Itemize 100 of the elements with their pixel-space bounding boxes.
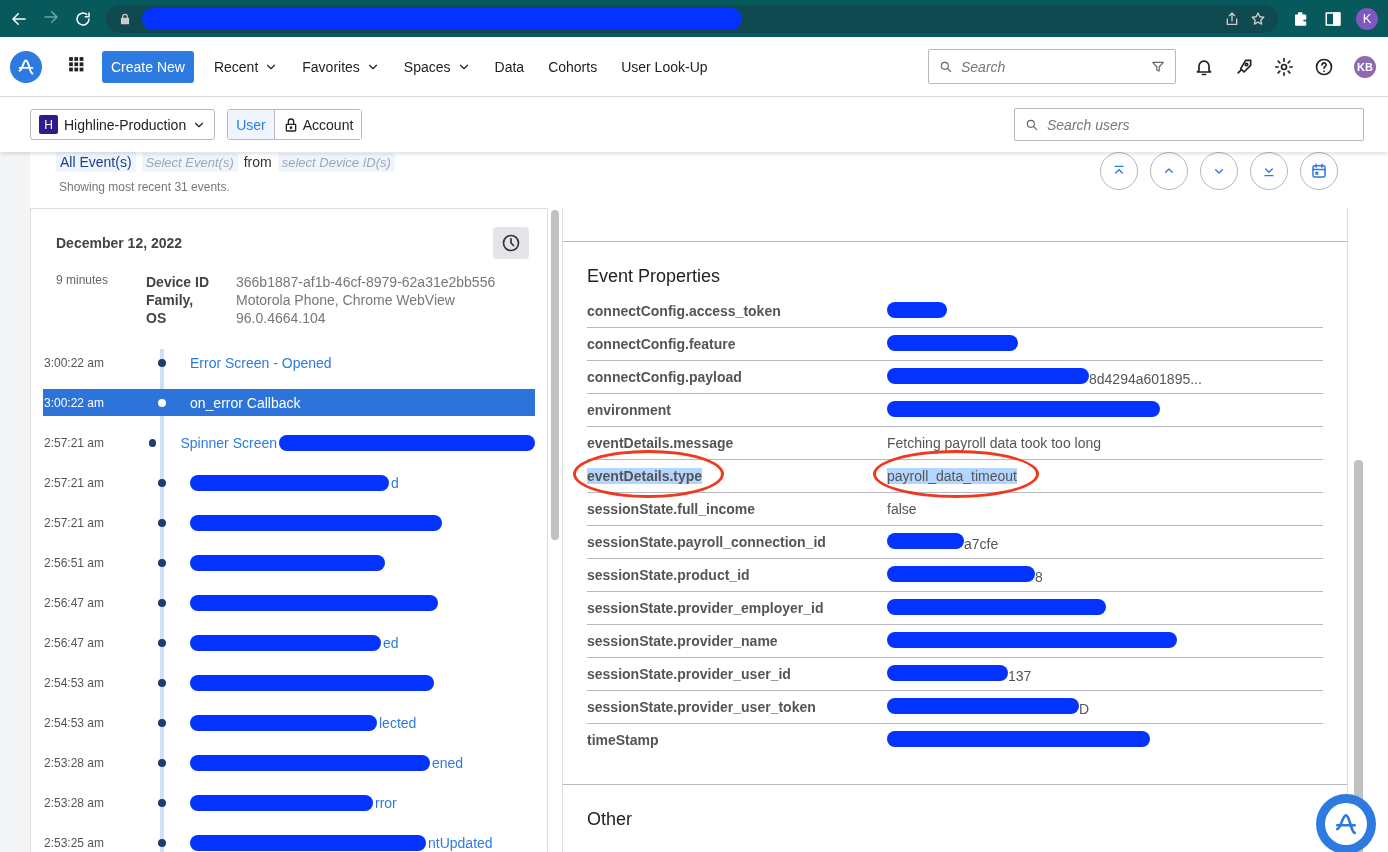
property-name: connectConfig.access_token (587, 303, 781, 319)
session-duration: 9 minutes (56, 273, 110, 289)
scrollbar-thumb[interactable] (551, 210, 559, 540)
event-row[interactable]: 2:57:21 am (43, 509, 535, 536)
event-time: 2:57:21 am (43, 435, 106, 450)
toggle-tab[interactable]: Account (273, 110, 362, 139)
profile-avatar[interactable]: K (1356, 7, 1378, 30)
date-heading: December 12, 2022 (56, 235, 183, 251)
timeline-dot (158, 598, 166, 607)
nav-menu-item[interactable]: Spaces (391, 50, 483, 83)
redaction-mark (887, 301, 947, 318)
property-name: connectConfig.payload (587, 369, 742, 385)
reload-icon[interactable] (74, 9, 92, 28)
event-row[interactable]: 3:00:22 am Error Screen - Opened (43, 349, 535, 376)
event-time: 2:53:28 am (43, 795, 106, 810)
timeline-dot (158, 398, 166, 407)
property-value: 8 (1035, 568, 1043, 585)
search-field[interactable]: Search (928, 49, 1176, 84)
share-icon[interactable] (1224, 10, 1240, 27)
event-name: ed (383, 634, 399, 651)
property-name: sessionState.full_income (587, 501, 756, 517)
toggle-tab[interactable]: User (228, 110, 274, 139)
device-label: OS (146, 309, 168, 327)
help-icon[interactable] (1314, 56, 1334, 77)
property-name: timeStamp (587, 732, 659, 748)
event-row[interactable]: 2:53:28 am rror (43, 789, 535, 816)
event-row[interactable]: 2:53:25 am ntUpdated (43, 829, 535, 852)
event-time: 2:56:47 am (43, 635, 106, 650)
calendar-button[interactable] (1300, 152, 1338, 190)
device-value: Motorola Phone, Chrome WebView (236, 291, 456, 309)
event-name: ened (432, 754, 464, 771)
event-time: 2:54:53 am (43, 715, 106, 730)
timeline-dot (158, 798, 166, 807)
star-icon[interactable] (1250, 10, 1266, 27)
event-name: Error Screen - Opened (190, 354, 332, 371)
event-row[interactable]: 2:57:21 am Spinner Screen (43, 429, 535, 456)
timeline-dot (158, 678, 166, 687)
event-name: Spinner Screen (180, 434, 277, 451)
property-value: false (887, 501, 917, 517)
forward-icon[interactable] (42, 8, 60, 26)
event-time: 2:53:25 am (43, 835, 106, 850)
property-name: eventDetails.message (587, 435, 734, 451)
events-summary: Showing most recent 31 events. (59, 180, 231, 194)
event-name: ntUpdated (428, 834, 493, 851)
lock-icon (118, 11, 132, 26)
apps-grid-icon[interactable] (68, 56, 86, 74)
property-value: 137 (1008, 667, 1032, 684)
timeline-dot (158, 558, 166, 567)
logo-icon[interactable] (10, 50, 42, 83)
event-row[interactable]: 2:56:47 am (43, 589, 535, 616)
property-name: sessionState.provider_user_id (587, 666, 791, 682)
from-label: from (243, 154, 272, 170)
event-row[interactable]: 2:57:21 am d (43, 469, 535, 496)
section-title: Event Properties (587, 266, 722, 287)
device-value: 366b1887-af1b-46cf-8979-62a31e2bb556 (236, 273, 497, 291)
timeline-dot (158, 638, 166, 647)
property-name: environment (587, 402, 671, 418)
nav-menu-item[interactable]: Recent (201, 50, 291, 83)
nav-menu-item[interactable]: Favorites (290, 50, 392, 83)
search-icon (1025, 117, 1039, 132)
event-row[interactable]: 2:56:47 am ed (43, 629, 535, 656)
user-avatar[interactable]: KB (1354, 55, 1376, 78)
clock-icon (501, 233, 521, 253)
property-value: Fetching payroll data took too long (887, 435, 1102, 451)
timeline-dot (158, 478, 166, 487)
clock-button[interactable] (493, 227, 529, 259)
event-row[interactable]: 2:56:51 am (43, 549, 535, 576)
device-value: 96.0.4664.104 (236, 309, 327, 327)
event-time: 2:53:28 am (43, 755, 106, 770)
device-label: Device ID (146, 273, 211, 291)
event-row[interactable]: 2:54:53 am lected (43, 709, 535, 736)
property-name: sessionState.provider_employer_id (587, 600, 824, 616)
nav-menu-item[interactable]: User Look-Up (609, 50, 720, 83)
property-name: eventDetails.type (587, 468, 703, 484)
property-name: sessionState.provider_name (587, 633, 778, 649)
create-new-button[interactable]: Create New (102, 50, 194, 83)
timeline-dot (158, 718, 166, 727)
device-label: Family, (146, 291, 195, 309)
project-badge: H (39, 115, 58, 134)
property-value: D (1079, 700, 1090, 717)
event-row[interactable]: 2:53:28 am ened (43, 749, 535, 776)
event-filter-chip[interactable]: All Event(s) (56, 152, 136, 172)
filter-icon[interactable] (1151, 59, 1165, 74)
project-dropdown[interactable]: H Highline-Production (30, 109, 216, 140)
nav-menu-item[interactable]: Cohorts (536, 50, 610, 83)
property-value: a7cfe (964, 535, 999, 552)
nav-menu-item[interactable]: Data (482, 50, 537, 83)
property-value: payroll_data_timeout (887, 468, 1017, 484)
search-users-field[interactable]: Search users (1014, 108, 1364, 141)
event-name: lected (379, 714, 417, 731)
event-name: d (391, 474, 399, 491)
event-time: 2:54:53 am (43, 675, 106, 690)
property-name: sessionState.payroll_connection_id (587, 534, 826, 550)
side-panel-icon[interactable] (1324, 9, 1342, 28)
event-row[interactable]: 2:54:53 am (43, 669, 535, 696)
timeline-dot (158, 518, 166, 527)
event-time: 2:56:51 am (43, 555, 106, 570)
event-row[interactable]: 3:00:22 am on_error Callback (43, 389, 535, 416)
property-name: sessionState.product_id (587, 567, 750, 583)
property-value: 8d4294a601895... (1089, 370, 1202, 387)
